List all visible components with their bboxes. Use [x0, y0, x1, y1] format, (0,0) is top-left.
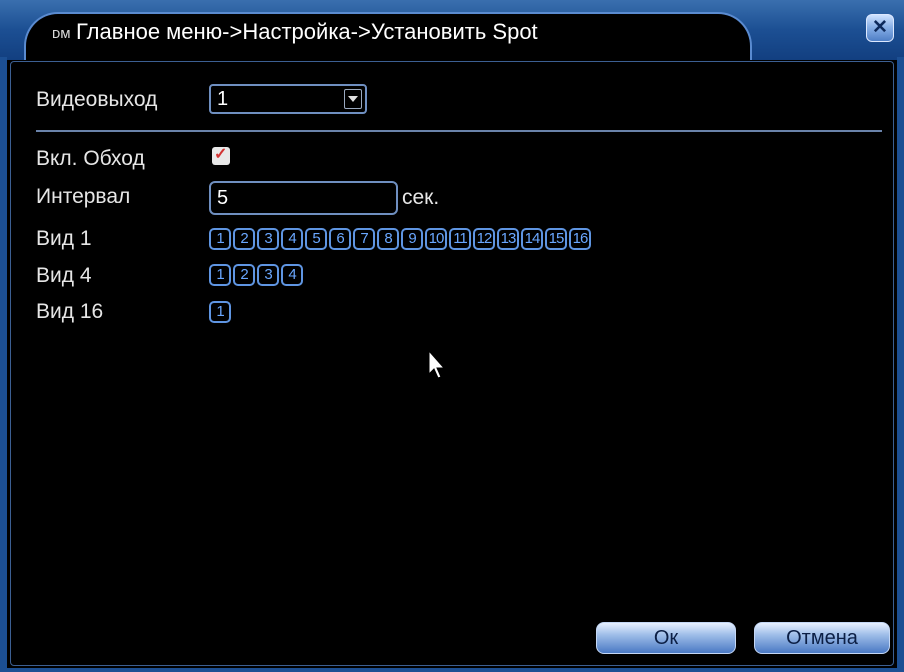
view16-label: Вид 16: [36, 300, 104, 323]
menu-icon: ᴅᴍ: [52, 25, 71, 42]
video-out-select[interactable]: 1: [209, 84, 367, 114]
view1-channel-12[interactable]: 12: [473, 228, 495, 250]
view4-channel-3[interactable]: 3: [257, 264, 279, 286]
section-divider: [36, 130, 882, 132]
view1-channel-7[interactable]: 7: [353, 228, 375, 250]
ok-button[interactable]: Ок: [596, 622, 736, 654]
view1-channel-8[interactable]: 8: [377, 228, 399, 250]
interval-input[interactable]: [209, 181, 398, 215]
view4-channel-4[interactable]: 4: [281, 264, 303, 286]
mouse-pointer-icon: [428, 350, 446, 379]
chevron-down-icon[interactable]: [344, 89, 362, 109]
view1-channel-5[interactable]: 5: [305, 228, 327, 250]
view1-channel-4[interactable]: 4: [281, 228, 303, 250]
view1-channel-list: 1 2 3 4 5 6 7 8 9 10 11 12 13 14 15 16: [209, 228, 591, 252]
view16-channel-1[interactable]: 1: [209, 301, 231, 323]
view4-label: Вид 4: [36, 264, 92, 287]
checkmark-icon: ✓: [214, 146, 228, 163]
view4-channel-list: 1234: [209, 264, 303, 288]
interval-label: Интервал: [36, 185, 131, 208]
view4-channel-1[interactable]: 1: [209, 264, 231, 286]
video-out-value: 1: [217, 88, 229, 110]
view1-channel-6[interactable]: 6: [329, 228, 351, 250]
cancel-button[interactable]: Отмена: [754, 622, 890, 654]
view1-channel-3[interactable]: 3: [257, 228, 279, 250]
video-out-label: Видеовыход: [36, 88, 158, 111]
view4-channel-2[interactable]: 2: [233, 264, 255, 286]
spot-settings-screen: ᴅᴍ Главное меню->Настройка->Установить S…: [0, 0, 904, 672]
view1-channel-2[interactable]: 2: [233, 228, 255, 250]
view1-label: Вид 1: [36, 227, 92, 250]
view1-channel-1[interactable]: 1: [209, 228, 231, 250]
window-title: Главное меню->Настройка->Установить Spot: [76, 19, 538, 44]
close-button[interactable]: ✕: [866, 14, 894, 42]
view1-channel-15[interactable]: 15: [545, 228, 567, 250]
tour-checkbox[interactable]: ✓: [212, 146, 230, 165]
tour-label: Вкл. Обход: [36, 147, 145, 170]
interval-unit: сек.: [402, 186, 440, 209]
view1-channel-11[interactable]: 11: [449, 228, 471, 250]
view1-channel-10[interactable]: 10: [425, 228, 447, 250]
view16-channel-list: 1: [209, 301, 231, 325]
view1-channel-14[interactable]: 14: [521, 228, 543, 250]
view1-channel-9[interactable]: 9: [401, 228, 423, 250]
view1-channel-16[interactable]: 16: [569, 228, 591, 250]
close-icon: ✕: [872, 17, 888, 38]
view1-channel-13[interactable]: 13: [497, 228, 519, 250]
